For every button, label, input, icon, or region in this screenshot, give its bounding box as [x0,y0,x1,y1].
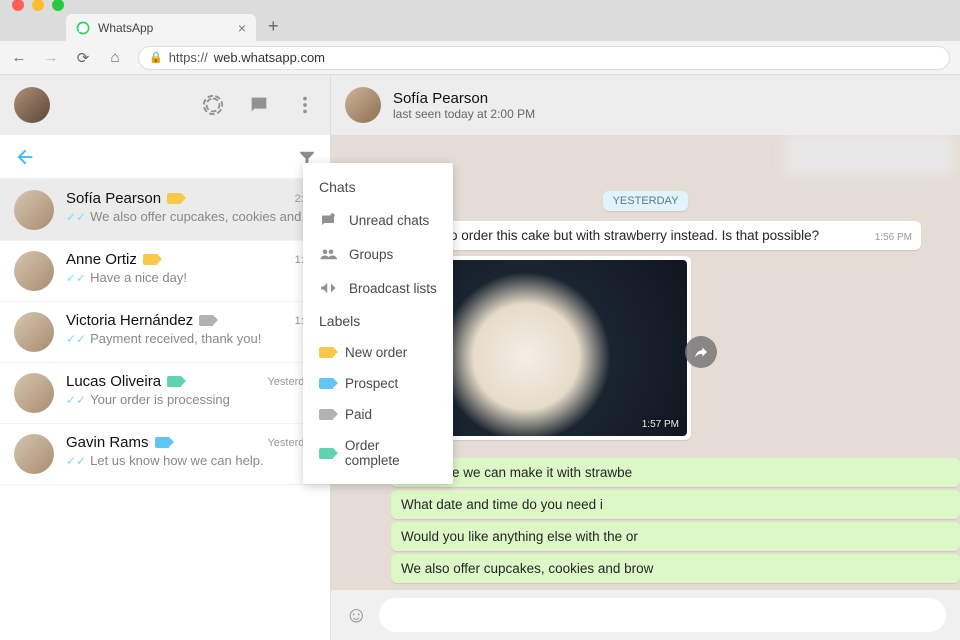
dropdown-section-labels: Labels [303,305,453,337]
menu-icon[interactable] [294,94,316,116]
chat-name: Lucas Oliveira [66,373,161,390]
date-separator: YESTERDAY [603,191,689,211]
read-ticks-icon: ✓✓ [66,210,86,224]
chat-preview: We also offer cupcakes, cookies and brow… [90,209,316,224]
traffic-max[interactable] [52,0,64,11]
mac-titlebar [0,0,960,9]
chat-item[interactable]: Sofía Pearson 2:00 ✓✓We also offer cupca… [0,179,330,241]
address-bar[interactable]: 🔒 https:// web.whatsapp.com [138,46,950,70]
message-time: 1:57 PM [642,419,679,430]
chat-list: Sofía Pearson 2:00 ✓✓We also offer cupca… [0,179,330,640]
close-icon[interactable]: × [238,20,246,36]
read-ticks-icon: ✓✓ [66,271,86,285]
url-prefix: https:// [169,50,208,65]
chat-item[interactable]: Gavin Rams Yesterday ✓✓Let us know how w… [0,424,330,485]
label-color-icon [319,448,333,459]
chat-item[interactable]: Lucas Oliveira Yesterday ✓✓Your order is… [0,363,330,424]
label-tag-icon [167,376,181,387]
chat-avatar [14,434,54,474]
contact-status: last seen today at 2:00 PM [393,107,535,121]
tab-title: WhatsApp [98,21,153,35]
forward-button[interactable] [685,336,717,368]
message-input[interactable] [379,598,946,632]
new-tab-button[interactable]: + [256,16,291,41]
browser-tab[interactable]: WhatsApp × [66,14,256,41]
dropdown-broadcast[interactable]: Broadcast lists [303,271,453,305]
label-tag-icon [143,254,157,265]
browser-tabbar: WhatsApp × + [0,9,960,41]
emoji-icon[interactable]: ☺ [345,602,367,628]
chat-avatar [14,373,54,413]
outgoing-message[interactable]: Of course we can make it with strawbe [391,458,960,487]
outgoing-message[interactable]: What date and time do you need i [391,490,960,519]
dropdown-label-item[interactable]: Order complete [303,430,453,476]
filter-dropdown: Chats Unread chats Groups Broadcast list… [303,163,453,484]
lock-icon: 🔒 [149,51,163,64]
chat-item[interactable]: Victoria Hernández 1:10 ✓✓Payment receiv… [0,302,330,363]
chat-avatar [14,312,54,352]
chat-item[interactable]: Anne Ortiz 1:57 ✓✓Have a nice day! [0,241,330,302]
sidebar-header [0,75,330,135]
label-tag-icon [167,193,181,204]
own-avatar[interactable] [14,87,50,123]
read-ticks-icon: ✓✓ [66,454,86,468]
outgoing-message[interactable]: We also offer cupcakes, cookies and brow [391,554,960,583]
back-arrow-icon[interactable] [14,146,36,168]
chat-preview: Have a nice day! [90,270,187,285]
message-text: o order this cake but with strawberry in… [450,228,819,243]
sidebar-search [0,135,330,179]
chat-name: Anne Ortiz [66,251,137,268]
reload-icon[interactable]: ⟳ [74,49,92,67]
label-tag-icon [199,315,213,326]
chat-preview: Your order is processing [90,392,230,407]
conversation-header[interactable]: Sofía Pearson last seen today at 2:00 PM [331,75,960,135]
status-icon[interactable] [202,94,224,116]
chat-name: Sofía Pearson [66,190,161,207]
whatsapp-icon [76,21,90,35]
dropdown-unread-chats[interactable]: Unread chats [303,203,453,237]
new-chat-icon[interactable] [248,94,270,116]
label-color-icon [319,378,333,389]
dropdown-section-chats: Chats [303,171,453,203]
dropdown-groups[interactable]: Groups [303,237,453,271]
browser-toolbar: ← → ⟳ ⌂ 🔒 https:// web.whatsapp.com [0,41,960,75]
contact-name: Sofía Pearson [393,90,535,107]
dropdown-label-item[interactable]: Prospect [303,368,453,399]
traffic-close[interactable] [12,0,24,11]
composer: ☺ [331,590,960,640]
dropdown-label-item[interactable]: New order [303,337,453,368]
chat-name: Gavin Rams [66,434,149,451]
dropdown-label-item[interactable]: Paid [303,399,453,430]
traffic-min[interactable] [32,0,44,11]
chat-preview: Let us know how we can help. [90,453,263,468]
url-host: web.whatsapp.com [214,50,325,65]
label-color-icon [319,409,333,420]
outgoing-message[interactable]: Would you like anything else with the or [391,522,960,551]
label-color-icon [319,347,333,358]
unread-icon [319,211,337,229]
label-tag-icon [155,437,169,448]
read-ticks-icon: ✓✓ [66,393,86,407]
message-time: 1:56 PM [875,232,912,243]
home-icon[interactable]: ⌂ [106,49,124,66]
back-icon[interactable]: ← [10,49,28,66]
read-ticks-icon: ✓✓ [66,332,86,346]
whatsapp-app: Sofía Pearson 2:00 ✓✓We also offer cupca… [0,75,960,640]
sidebar: Sofía Pearson 2:00 ✓✓We also offer cupca… [0,75,331,640]
incoming-message[interactable]: o order this cake but with strawberry in… [441,221,921,250]
contact-avatar[interactable] [345,87,381,123]
redacted-area [784,135,954,175]
chat-name: Victoria Hernández [66,312,193,329]
chat-preview: Payment received, thank you! [90,331,261,346]
broadcast-icon [319,279,337,297]
chat-avatar [14,190,54,230]
groups-icon [319,245,337,263]
chat-avatar [14,251,54,291]
forward-icon[interactable]: → [42,49,60,66]
